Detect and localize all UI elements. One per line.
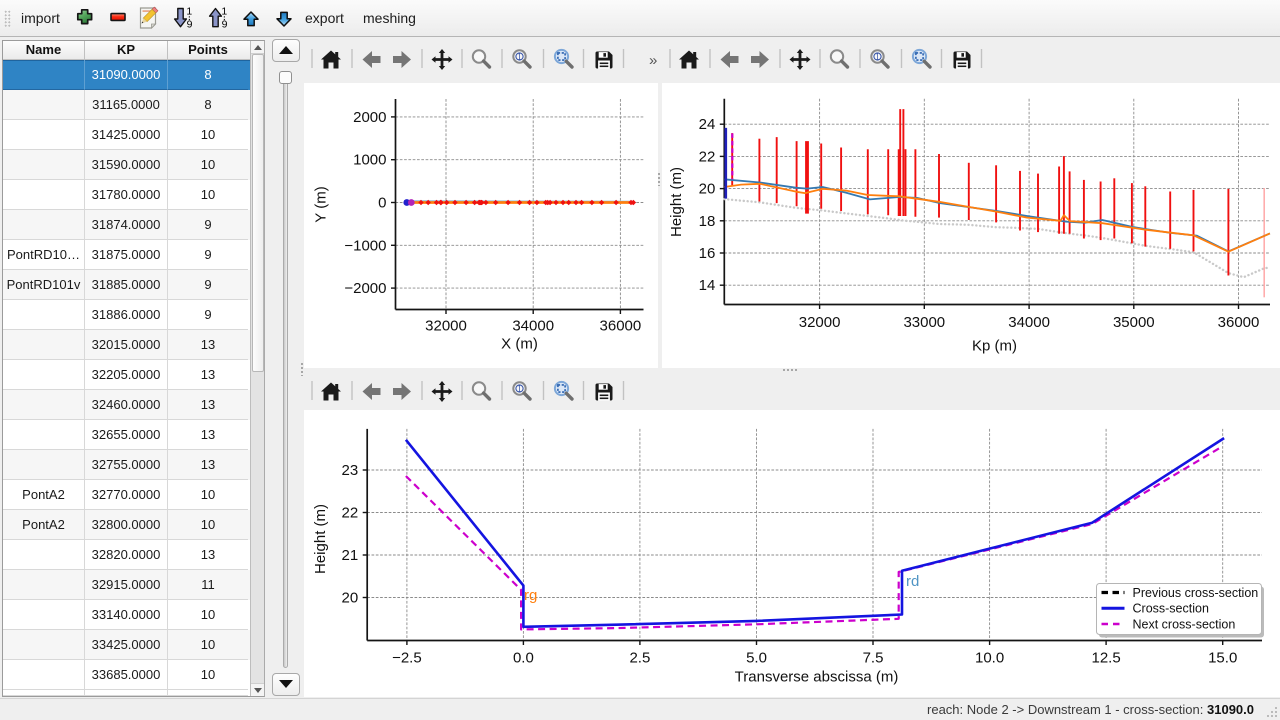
svg-text:20: 20 xyxy=(699,181,716,198)
svg-text:0: 0 xyxy=(378,195,386,212)
svg-text:rg: rg xyxy=(524,587,537,604)
svg-text:−1000: −1000 xyxy=(344,237,386,254)
svg-text:34000: 34000 xyxy=(512,318,554,335)
svg-text:2000: 2000 xyxy=(353,109,386,126)
svg-text:»: » xyxy=(649,52,657,69)
svg-text:24: 24 xyxy=(699,116,716,133)
svg-text:1000: 1000 xyxy=(353,152,386,169)
svg-text:10.0: 10.0 xyxy=(975,650,1004,667)
svg-text:Height (m): Height (m) xyxy=(312,504,329,574)
svg-text:23: 23 xyxy=(342,462,359,479)
svg-text:18: 18 xyxy=(699,213,716,230)
svg-text:36000: 36000 xyxy=(1218,314,1260,331)
svg-text:32000: 32000 xyxy=(799,314,841,331)
svg-text:−2000: −2000 xyxy=(344,280,386,297)
svg-text:Transverse abscissa (m): Transverse abscissa (m) xyxy=(735,669,899,686)
svg-text:22: 22 xyxy=(699,148,716,165)
svg-text:34000: 34000 xyxy=(1008,314,1050,331)
svg-text:35000: 35000 xyxy=(1113,314,1155,331)
svg-text:20: 20 xyxy=(342,590,359,607)
svg-text:12.5: 12.5 xyxy=(1091,650,1120,667)
svg-text:36000: 36000 xyxy=(600,318,642,335)
svg-text:14: 14 xyxy=(699,277,716,294)
svg-text:Kp (m): Kp (m) xyxy=(972,338,1017,355)
svg-text:rd: rd xyxy=(906,573,919,590)
svg-text:−2.5: −2.5 xyxy=(392,650,422,667)
svg-text:33000: 33000 xyxy=(903,314,945,331)
svg-text:0.0: 0.0 xyxy=(513,650,534,667)
svg-text:32000: 32000 xyxy=(425,318,467,335)
svg-text:15.0: 15.0 xyxy=(1208,650,1237,667)
svg-text:Previous cross-section: Previous cross-section xyxy=(1133,586,1259,600)
svg-text:5.0: 5.0 xyxy=(746,650,767,667)
svg-text:1: 1 xyxy=(221,6,227,18)
svg-text:Cross-section: Cross-section xyxy=(1133,602,1209,616)
svg-text:X (m): X (m) xyxy=(501,336,538,353)
svg-text:22: 22 xyxy=(342,505,359,522)
svg-text:1: 1 xyxy=(186,6,192,18)
svg-text:21: 21 xyxy=(342,547,359,564)
svg-text:7.5: 7.5 xyxy=(863,650,884,667)
svg-text:2.5: 2.5 xyxy=(629,650,650,667)
svg-text:Height (m): Height (m) xyxy=(668,167,685,237)
svg-text:16: 16 xyxy=(699,245,716,262)
svg-text:Y (m): Y (m) xyxy=(313,186,330,222)
svg-text:Next cross-section: Next cross-section xyxy=(1133,617,1236,631)
